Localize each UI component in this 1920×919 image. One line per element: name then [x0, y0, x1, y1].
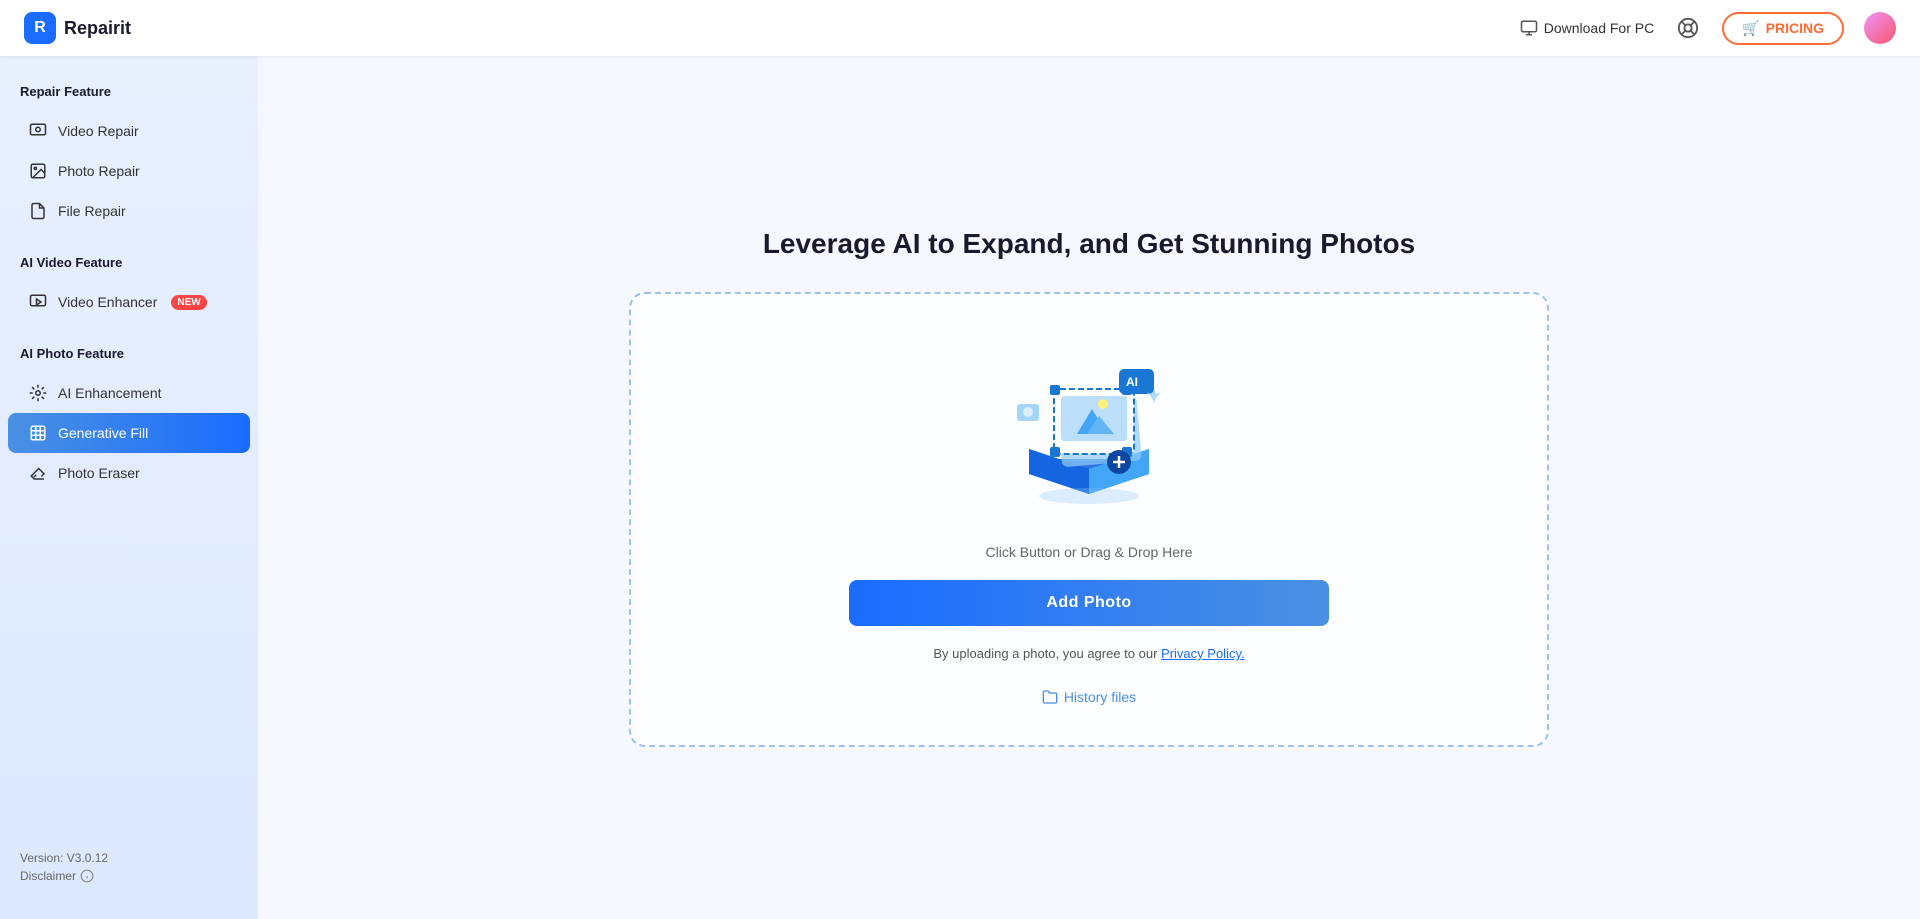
main-content: Leverage AI to Expand, and Get Stunning … [258, 56, 1920, 919]
disclaimer-row: Disclaimer [20, 869, 238, 883]
repair-feature-section-title: Repair Feature [0, 76, 258, 111]
disclaimer-text: Disclaimer [20, 869, 76, 883]
sidebar-item-photo-eraser[interactable]: Photo Eraser [8, 453, 250, 493]
sidebar-item-label: Photo Eraser [58, 465, 140, 481]
sidebar-item-label: Video Repair [58, 123, 139, 139]
ai-photo-section-title: AI Photo Feature [0, 338, 258, 373]
privacy-policy-link[interactable]: Privacy Policy. [1161, 646, 1245, 661]
privacy-text: By uploading a photo, you agree to our P… [933, 646, 1244, 661]
info-icon [80, 869, 94, 883]
sidebar-item-label: AI Enhancement [58, 385, 162, 401]
photo-repair-icon [28, 161, 48, 181]
generative-fill-icon [28, 423, 48, 443]
ai-video-section-title: AI Video Feature [0, 247, 258, 282]
download-pc-button[interactable]: Download For PC [1520, 19, 1655, 37]
photo-eraser-icon [28, 463, 48, 483]
sidebar: Repair Feature Video Repair Photo Repair… [0, 56, 258, 919]
upload-prompt: Click Button or Drag & Drop Here [986, 544, 1193, 560]
sidebar-item-photo-repair[interactable]: Photo Repair [8, 151, 250, 191]
monitor-icon [1520, 19, 1538, 37]
sidebar-item-label: Photo Repair [58, 163, 140, 179]
support-icon[interactable] [1674, 14, 1702, 42]
header-right: Download For PC 🛒 PRICING [1520, 12, 1896, 45]
avatar[interactable] [1864, 12, 1896, 44]
upload-area[interactable]: AI Click Button or Drag & Drop Here Add … [629, 292, 1549, 747]
sidebar-item-generative-fill[interactable]: Generative Fill [8, 413, 250, 453]
sidebar-item-file-repair[interactable]: File Repair [8, 191, 250, 231]
pricing-icon: 🛒 [1742, 20, 1759, 37]
version-text: Version: V3.0.12 [20, 851, 238, 865]
add-photo-button[interactable]: Add Photo [849, 580, 1329, 626]
sidebar-footer: Version: V3.0.12 Disclaimer [0, 835, 258, 899]
file-repair-icon [28, 201, 48, 221]
upload-illustration: AI [999, 354, 1179, 514]
svg-text:AI: AI [1126, 375, 1138, 389]
new-badge: NEW [171, 295, 206, 310]
logo: R Repairit [24, 12, 131, 44]
logo-text: Repairit [64, 18, 131, 39]
history-files-button[interactable]: History files [1042, 689, 1136, 705]
sidebar-item-label: Generative Fill [58, 425, 148, 441]
page-title: Leverage AI to Expand, and Get Stunning … [763, 228, 1415, 260]
video-repair-icon [28, 121, 48, 141]
sidebar-item-label: Video Enhancer [58, 294, 157, 310]
folder-icon [1042, 689, 1058, 705]
sidebar-item-label: File Repair [58, 203, 126, 219]
ai-enhancement-icon [28, 383, 48, 403]
video-enhancer-icon [28, 292, 48, 312]
header: R Repairit Download For PC 🛒 PRICING [0, 0, 1920, 56]
pricing-button[interactable]: 🛒 PRICING [1722, 12, 1844, 45]
sidebar-item-video-repair[interactable]: Video Repair [8, 111, 250, 151]
layout: Repair Feature Video Repair Photo Repair… [0, 56, 1920, 919]
sidebar-item-video-enhancer[interactable]: Video Enhancer NEW [8, 282, 250, 322]
logo-icon: R [24, 12, 56, 44]
sidebar-item-ai-enhancement[interactable]: AI Enhancement [8, 373, 250, 413]
